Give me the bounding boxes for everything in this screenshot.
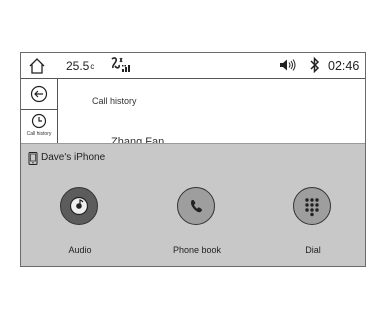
volume-icon: [280, 59, 296, 71]
temperature-value: 25.5: [66, 59, 90, 73]
audio-button[interactable]: [60, 187, 98, 225]
device-name: Dave's iPhone: [41, 152, 106, 163]
phone-source-panel: Dave's iPhone Audio Phone book Dial: [21, 143, 365, 266]
back-button[interactable]: [21, 79, 57, 110]
clock: 02:46: [328, 59, 360, 73]
phonebook-icon: [190, 199, 202, 212]
temperature-readout: 25.5c: [66, 59, 94, 73]
back-arrow-icon: [30, 85, 48, 103]
call-history-button[interactable]: Call history: [21, 110, 57, 144]
dial-button[interactable]: [293, 187, 331, 225]
dial-tile[interactable]: Dial: [273, 187, 353, 266]
temperature-unit: c: [90, 62, 95, 71]
infotainment-screen: 25.5c 02:46 Call history Call history Zh…: [20, 52, 366, 267]
audio-label: Audio: [68, 245, 92, 255]
phonebook-button[interactable]: [177, 187, 215, 225]
page-title: Call history: [92, 96, 137, 106]
phonebook-label: Phone book: [172, 245, 222, 255]
home-icon[interactable]: [28, 57, 46, 75]
dial-keypad-icon: [304, 197, 319, 216]
call-history-label: Call history: [26, 131, 52, 137]
signal-icon: [122, 65, 130, 72]
clock-icon: [31, 113, 47, 129]
phonebook-tile[interactable]: Phone book: [157, 187, 237, 266]
bluetooth-icon: [310, 56, 320, 74]
dial-label: Dial: [305, 245, 321, 255]
sidebar: Call history: [21, 79, 58, 144]
phone-device-icon: [28, 152, 38, 165]
audio-tile[interactable]: Audio: [40, 187, 120, 266]
audio-icon: [69, 196, 88, 215]
fan-icon: [111, 57, 130, 72]
status-bar: 25.5c 02:46: [21, 53, 365, 79]
